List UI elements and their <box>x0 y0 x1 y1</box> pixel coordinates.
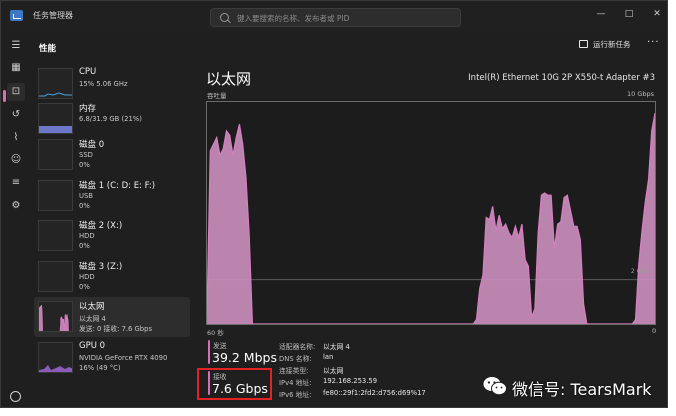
device-usage: 16% (49 °C) <box>79 364 121 372</box>
wechat-icon <box>483 377 507 396</box>
close-button[interactable]: ✕ <box>646 6 667 22</box>
device-item-memory[interactable]: 内存 6.8/31.9 GB (21%) <box>34 99 190 139</box>
prop-key: DNS 名称: <box>279 355 312 363</box>
cpu-sparkline <box>39 92 72 97</box>
memory-thumbnail <box>38 103 73 134</box>
device-type: HDD <box>79 273 95 281</box>
send-indicator <box>208 340 210 364</box>
send-value: 39.2 Mbps <box>212 350 277 365</box>
receive-highlight-box <box>197 368 272 400</box>
device-item-disk-2[interactable]: 磁盘 2 (X:) HDD 0% <box>34 216 190 256</box>
device-name: 磁盘 2 (X:) <box>79 221 123 231</box>
device-item-cpu[interactable]: CPU 15% 5.06 GHz <box>34 64 190 104</box>
active-indicator <box>3 90 6 102</box>
new-task-icon <box>579 40 588 48</box>
ethernet-thumbnail <box>38 301 73 332</box>
device-detail: 15% 5.06 GHz <box>79 80 128 88</box>
device-name: 磁盘 3 (Z:) <box>79 262 123 272</box>
ethernet-title: 以太网 <box>206 70 252 88</box>
throughput-axis-max: 10 Gbps <box>626 90 654 98</box>
performance-icon[interactable]: ⊡ <box>7 83 25 101</box>
prop-key: IPv4 地址: <box>279 379 312 387</box>
gpu-thumbnail <box>38 342 73 373</box>
device-item-gpu[interactable]: GPU 0 NVIDIA GeForce RTX 4090 16% (49 °C… <box>34 338 190 378</box>
device-detail: NVIDIA GeForce RTX 4090 <box>79 354 168 362</box>
minimize-button[interactable]: — <box>590 6 612 22</box>
task-manager-window: 任务管理器 键入要搜索的名称、发布者或 PID — □ ✕ ☰ ▦ ⊡ ↺ ⌇ … <box>0 0 668 408</box>
app-history-icon[interactable]: ↺ <box>7 106 25 124</box>
grid-line-label: 2 Gbps <box>630 268 652 275</box>
prop-key: 适配器名称: <box>279 343 316 351</box>
gpu-sparkline <box>39 365 72 372</box>
throughput-line <box>207 112 655 324</box>
disk-thumbnail <box>38 139 73 170</box>
more-options-button[interactable]: ··· <box>647 37 660 48</box>
prop-key: IPv6 地址: <box>279 391 312 399</box>
throughput-graph: 2 Gbps <box>206 101 656 325</box>
app-title: 任务管理器 <box>33 11 73 20</box>
task-manager-app-icon <box>10 10 23 21</box>
search-input[interactable]: 键入要搜索的名称、发布者或 PID <box>237 13 349 24</box>
device-throughput: 发送: 0 接收: 7.6 Gbps <box>79 325 152 333</box>
run-new-task-label: 运行新任务 <box>593 40 631 49</box>
device-name: 磁盘 1 (C: D: E: F:) <box>79 181 156 191</box>
prop-value: fe80::29f1:2fd2:d756:d69%17 <box>323 389 426 397</box>
device-name: GPU 0 <box>79 341 106 351</box>
time-axis-left: 60 秒 <box>207 329 224 337</box>
device-type: SSD <box>79 151 93 159</box>
memory-fill <box>39 126 72 133</box>
disk-thumbnail <box>38 261 73 292</box>
device-type: USB <box>79 192 93 200</box>
throughput-axis-label: 吞吐量 <box>207 92 227 100</box>
processes-icon[interactable]: ▦ <box>7 59 25 77</box>
settings-icon[interactable] <box>10 391 21 402</box>
device-name: 以太网 <box>79 302 105 312</box>
startup-apps-icon[interactable]: ⌇ <box>7 129 25 147</box>
menu-icon[interactable]: ☰ <box>7 37 25 55</box>
search-box[interactable]: 键入要搜索的名称、发布者或 PID <box>210 8 461 27</box>
services-icon[interactable]: ⚙ <box>7 197 25 215</box>
device-usage: 0% <box>79 202 90 210</box>
watermark-text: 微信号: TearsMark <box>512 380 652 399</box>
device-name: CPU <box>79 67 97 77</box>
run-new-task-button[interactable]: 运行新任务 <box>579 39 631 53</box>
details-icon[interactable]: ≡ <box>7 174 25 192</box>
ethernet-sparkline <box>39 305 69 331</box>
throughput-area <box>39 305 69 331</box>
search-icon <box>220 13 229 22</box>
users-icon[interactable]: ☺ <box>7 151 25 169</box>
device-usage: 0% <box>79 242 90 250</box>
maximize-button[interactable]: □ <box>618 6 640 22</box>
prop-value: 192.168.253.59 <box>323 377 378 385</box>
disk-thumbnail <box>38 220 73 251</box>
navigation-rail: ☰ ▦ ⊡ ↺ ⌇ ☺ ≡ ⚙ <box>1 31 31 407</box>
device-item-disk-0[interactable]: 磁盘 0 SSD 0% <box>34 135 190 175</box>
throughput-graph-svg <box>207 112 655 324</box>
time-axis-right: 0 <box>652 327 657 335</box>
throughput-area <box>207 113 655 324</box>
disk-thumbnail <box>38 180 73 211</box>
device-name: 内存 <box>79 104 97 114</box>
device-usage: 0% <box>79 283 90 291</box>
cpu-thumbnail <box>38 68 73 99</box>
device-detail: 以太网 4 <box>79 315 106 323</box>
device-item-disk-3[interactable]: 磁盘 3 (Z:) HDD 0% <box>34 257 190 297</box>
device-name: 磁盘 0 <box>79 140 105 150</box>
prop-value: 以太网 <box>323 367 344 375</box>
device-usage: 0% <box>79 161 90 169</box>
prop-value: lan <box>323 353 334 361</box>
title-bar: 任务管理器 键入要搜索的名称、发布者或 PID — □ ✕ <box>1 1 667 31</box>
page-title: 性能 <box>39 44 57 54</box>
send-label: 发送 <box>213 342 227 350</box>
device-item-disk-1[interactable]: 磁盘 1 (C: D: E: F:) USB 0% <box>34 176 190 216</box>
prop-key: 连接类型: <box>279 367 309 375</box>
prop-value: 以太网 4 <box>323 343 350 351</box>
device-detail: 6.8/31.9 GB (21%) <box>79 115 142 123</box>
device-type: HDD <box>79 232 95 240</box>
adapter-name: Intel(R) Ethernet 10G 2P X550-t Adapter … <box>468 73 655 83</box>
device-item-ethernet[interactable]: 以太网 以太网 4 发送: 0 接收: 7.6 Gbps <box>34 297 190 337</box>
